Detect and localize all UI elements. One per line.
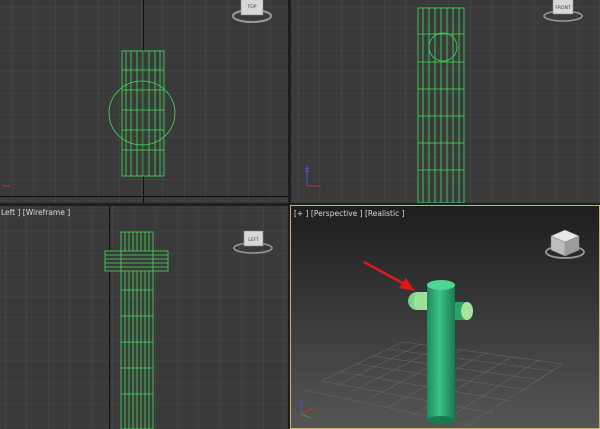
viewcube-top-face: TOP — [246, 4, 256, 10]
viewport-perspective[interactable]: [+ ] [Perspective ] [Realistic ] — [290, 205, 600, 429]
viewcube-top-icon[interactable]: TOP — [231, 0, 273, 30]
viewport-label-left[interactable]: Left ] [Wireframe ] — [1, 208, 70, 217]
viewport-front[interactable]: FRONT — [291, 0, 600, 203]
viewcube-front-face: FRONT — [555, 5, 571, 11]
viewport-top[interactable]: TOP — [0, 0, 288, 203]
wireframe-crossbar-left — [104, 250, 169, 272]
viewport-label-perspective[interactable]: [+ ] [Perspective ] [Realistic ] — [294, 209, 405, 218]
viewcube-perspective-icon[interactable] — [543, 228, 587, 262]
viewcube-left-icon[interactable]: LEFT — [231, 228, 275, 258]
viewport-left[interactable]: Left ] [Wireframe ] LEFT — [0, 206, 288, 429]
viewcube-left-face: LEFT — [248, 237, 259, 243]
viewcube-front-icon[interactable]: FRONT — [541, 0, 585, 26]
